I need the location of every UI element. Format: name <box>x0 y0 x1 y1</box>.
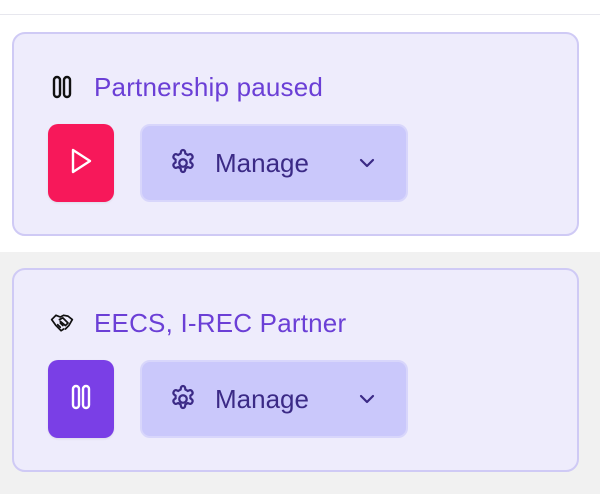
chevron-down-icon <box>356 152 378 174</box>
manage-label: Manage <box>215 383 309 414</box>
partner-card-active: EECS, I-REC Partner Manage <box>12 268 579 472</box>
gear-icon <box>168 148 198 178</box>
partner-card-paused: Partnership paused Manage <box>12 32 579 236</box>
partner-status-label: Partnership paused <box>94 71 324 102</box>
partner-status: Partnership paused <box>50 70 323 104</box>
pause-icon <box>69 384 93 415</box>
pause-partnership-button[interactable] <box>48 360 114 438</box>
partner-status-label: EECS, I-REC Partner <box>94 307 347 338</box>
manage-dropdown-button[interactable]: Manage <box>140 124 408 202</box>
pause-icon <box>50 75 74 99</box>
manage-label: Manage <box>215 147 309 178</box>
manage-dropdown-button[interactable]: Manage <box>140 360 408 438</box>
gear-icon <box>168 384 198 414</box>
partner-actions: Manage <box>48 124 408 202</box>
partner-actions: Manage <box>48 360 408 438</box>
play-icon <box>68 147 94 180</box>
handshake-icon <box>50 311 74 335</box>
partner-status: EECS, I-REC Partner <box>50 306 346 340</box>
chevron-down-icon <box>356 388 378 410</box>
resume-partnership-button[interactable] <box>48 124 114 202</box>
